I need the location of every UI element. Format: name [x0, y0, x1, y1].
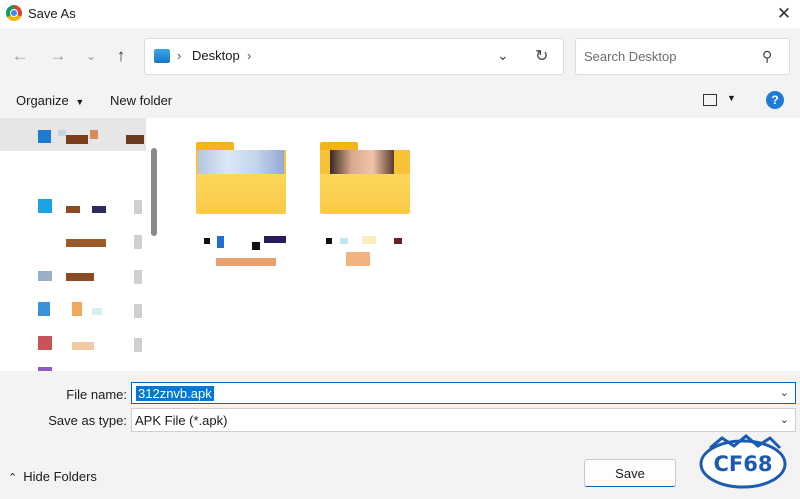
nav-item[interactable] — [38, 271, 52, 281]
nav-item[interactable] — [38, 336, 52, 350]
chevron-down-icon[interactable]: ⌄ — [780, 386, 789, 399]
chevron-right-icon[interactable]: › — [177, 48, 181, 63]
savetype-select[interactable]: APK File (*.apk) ⌄ — [131, 408, 796, 432]
navigation-pane[interactable] — [0, 118, 164, 371]
help-icon[interactable]: ? — [766, 91, 784, 109]
hide-folders-button[interactable]: ⌃ Hide Folders — [8, 469, 97, 484]
watermark-logo: CF68 — [690, 434, 796, 492]
nav-item-selected[interactable] — [0, 118, 146, 151]
filename-value[interactable]: 312znvb.apk — [136, 386, 214, 401]
watermark-text: CF68 — [714, 452, 773, 476]
file-list[interactable] — [164, 118, 800, 371]
close-icon: ✕ — [776, 4, 792, 23]
address-location[interactable]: Desktop — [192, 48, 240, 63]
arrow-left-icon: ← — [11, 46, 29, 65]
chevron-right-icon[interactable]: › — [247, 48, 251, 63]
search-input[interactable]: Search Desktop — [584, 49, 677, 64]
filename-field[interactable]: 312znvb.apk ⌄ — [131, 382, 796, 404]
nav-item[interactable] — [38, 302, 50, 316]
nav-scrollbar[interactable] — [151, 148, 157, 236]
refresh-icon[interactable]: ↻ — [535, 46, 548, 66]
chevron-down-icon: ⌄ — [85, 49, 97, 63]
filename-label: File name: — [66, 387, 127, 402]
back-button[interactable]: ← — [8, 44, 32, 68]
view-icon — [703, 94, 717, 106]
folder-item[interactable] — [196, 142, 286, 224]
forward-button[interactable]: → — [46, 44, 70, 68]
chevron-down-icon: ⌄ — [779, 414, 789, 426]
logo-graphic: CF68 — [699, 434, 787, 489]
caret-down-icon: ▼ — [727, 93, 736, 103]
hide-folders-label: Hide Folders — [23, 469, 97, 484]
new-folder-button[interactable]: New folder — [110, 93, 172, 108]
desktop-icon — [154, 49, 170, 63]
title-bar — [0, 0, 800, 28]
up-button[interactable]: ↑ — [109, 44, 133, 68]
nav-item[interactable] — [66, 239, 106, 247]
save-button[interactable]: Save — [584, 459, 676, 487]
search-box[interactable]: Search Desktop ⚲ — [575, 38, 790, 75]
address-dropdown-icon[interactable]: ⌄ — [497, 47, 509, 64]
folder-item[interactable] — [320, 142, 410, 224]
organize-button[interactable]: Organize ▼ — [16, 93, 84, 108]
view-options-button[interactable]: ▼ — [703, 92, 743, 110]
savetype-label: Save as type: — [48, 413, 127, 428]
savetype-value: APK File (*.apk) — [135, 413, 228, 428]
address-bar[interactable]: › Desktop › ⌄ ↻ — [144, 38, 564, 75]
close-button[interactable]: ✕ — [768, 0, 800, 28]
arrow-right-icon: → — [49, 46, 67, 65]
chrome-icon — [6, 5, 22, 21]
window-title: Save As — [28, 6, 76, 21]
recent-locations-button[interactable]: ⌄ — [79, 44, 103, 68]
caret-down-icon: ▼ — [75, 97, 85, 107]
nav-item[interactable] — [38, 199, 52, 213]
organize-label: Organize — [16, 93, 69, 108]
chevron-up-icon: ⌃ — [8, 472, 18, 484]
search-icon[interactable]: ⚲ — [762, 48, 772, 65]
arrow-up-icon: ↑ — [116, 46, 126, 65]
